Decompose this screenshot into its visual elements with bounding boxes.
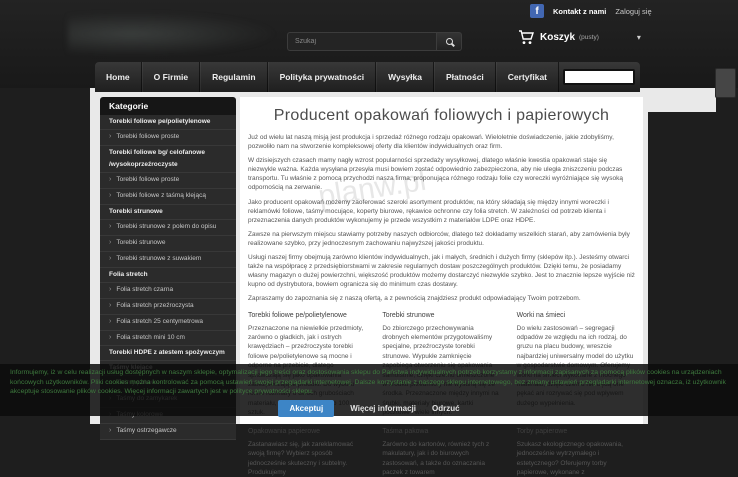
nav-item-regulamin[interactable]: Regulamin xyxy=(200,62,267,92)
sidebar-header[interactable]: Torebki foliowe bg/ celofanowe /wysokopr… xyxy=(100,146,236,173)
sidebar-header[interactable]: Torebki foliowe pe/polietylenowe xyxy=(100,115,236,130)
search-input[interactable] xyxy=(287,32,437,51)
chevron-right-icon: › xyxy=(109,318,111,325)
facebook-icon[interactable]: f xyxy=(530,4,544,18)
nav-blank-box xyxy=(563,69,635,85)
sidebar-item[interactable]: › Folia stretch 25 centymetrowa xyxy=(100,315,236,331)
cookie-more-info-link[interactable]: Więcej informacji xyxy=(350,404,416,413)
nav-item-home[interactable]: Home xyxy=(95,62,142,92)
nav-item-o-firmie[interactable]: O Firmie xyxy=(142,62,200,92)
search-box xyxy=(287,32,462,51)
intro-paragraph: Jako producent opakowań możemy zaoferowa… xyxy=(248,198,635,225)
cookie-accept-button[interactable]: Akceptuj xyxy=(278,400,334,417)
sidebar-item-label: Torebki strunowe xyxy=(116,239,165,246)
section-heading: Torebki strunowe xyxy=(382,312,500,319)
sidebar-item-label: Folia stretch mini 10 cm xyxy=(116,334,185,341)
sidebar-item-label: Folia stretch przeźroczysta xyxy=(116,302,193,309)
chevron-right-icon: › xyxy=(109,133,111,140)
nav-item-certyfikat[interactable]: Certyfikat xyxy=(496,62,559,92)
sidebar-item-label: Torebki strunowe z polem do opisu xyxy=(116,223,216,230)
intro-paragraph: Zawsze na pierwszym miejscu stawiamy pot… xyxy=(248,230,635,248)
sidebar-item[interactable]: › Taśmy ostrzegawcze xyxy=(100,424,236,440)
chevron-right-icon: › xyxy=(109,176,111,183)
sidebar-item-label: Folia stretch czarna xyxy=(116,286,173,293)
search-icon xyxy=(446,38,453,45)
sidebar-header[interactable]: Folia stretch xyxy=(100,268,236,283)
section-opakowania-papierowe: Opakowania papierowe Zastanawiasz się, j… xyxy=(248,428,366,477)
chevron-right-icon: › xyxy=(109,286,111,293)
section-text: Zastanawiasz się, jak zareklamować swoją… xyxy=(248,440,366,477)
section-heading: Torebki foliowe pe/polietylenowe xyxy=(248,312,366,319)
side-edge-widget[interactable] xyxy=(715,68,736,98)
section-tasma-pakowa: Taśma pakowa Zarówno do kartonów, równie… xyxy=(382,428,500,477)
chevron-right-icon: › xyxy=(109,302,111,309)
sidebar-item[interactable]: › Torebki foliowe proste xyxy=(100,173,236,189)
sidebar-item[interactable]: › Torebki strunowe xyxy=(100,236,236,252)
sidebar-header[interactable]: Torebki strunowe xyxy=(100,205,236,220)
section-text: Zarówno do kartonów, również tych z maku… xyxy=(382,440,500,477)
chevron-right-icon: › xyxy=(109,334,111,341)
sidebar-item-label: Torebki foliowe proste xyxy=(116,133,179,140)
contact-link[interactable]: Kontakt z nami xyxy=(553,7,606,16)
nav-item-polityka-prywatnosci[interactable]: Polityka prywatności xyxy=(268,62,377,92)
login-link[interactable]: Zaloguj się xyxy=(615,7,651,16)
cart-label: Koszyk xyxy=(540,32,575,43)
cart-widget[interactable]: Koszyk (pusty) ▾ xyxy=(518,30,641,45)
sidebar-item[interactable]: › Folia stretch czarna xyxy=(100,283,236,299)
section-torby-papierowe: Torby papierowe Szukasz ekologicznego op… xyxy=(517,428,635,477)
search-button[interactable] xyxy=(437,32,462,51)
chevron-down-icon[interactable]: ▾ xyxy=(637,33,641,42)
cookie-message: Informujemy, iż w celu realizacji usług … xyxy=(10,368,728,397)
sidebar-title: Kategorie xyxy=(100,97,236,115)
section-text: Szukasz ekologicznego opakowania, jednoc… xyxy=(517,440,635,477)
topbar-links: f Kontakt z nami Zaloguj się xyxy=(530,4,652,18)
page-title: Producent opakowań foliowych i papierowy… xyxy=(248,107,635,125)
section-heading: Worki na śmieci xyxy=(517,312,635,319)
main-nav: Home O Firmie Regulamin Polityka prywatn… xyxy=(95,62,640,92)
intro-paragraph: Zapraszamy do zapoznania się z naszą ofe… xyxy=(248,294,635,303)
shop-logo[interactable] xyxy=(68,12,278,56)
page-wrapper-strip xyxy=(648,88,716,112)
sidebar-item[interactable]: › Folia stretch przeźroczysta xyxy=(100,299,236,315)
section-heading: Opakowania papierowe xyxy=(248,428,366,435)
sidebar-item[interactable]: › Torebki foliowe proste xyxy=(100,130,236,146)
sidebar-item[interactable]: › Torebki strunowe z polem do opisu xyxy=(100,220,236,236)
sidebar-item-label: Folia stretch 25 centymetrowa xyxy=(116,318,203,325)
sidebar-item[interactable]: › Torebki strunowe z suwakiem xyxy=(100,252,236,268)
chevron-right-icon: › xyxy=(109,255,111,262)
nav-item-wysylka[interactable]: Wysyłka xyxy=(376,62,434,92)
cookie-reject-link[interactable]: Odrzuć xyxy=(432,404,460,413)
cookie-actions: Akceptuj Więcej informacji Odrzuć xyxy=(10,400,728,417)
cart-icon xyxy=(518,30,534,45)
intro-paragraph: Już od wielu lat naszą misją jest produk… xyxy=(248,133,635,151)
chevron-right-icon: › xyxy=(109,239,111,246)
cookie-consent-bar: Informujemy, iż w celu realizacji usług … xyxy=(0,364,738,416)
sidebar-item[interactable]: › Folia stretch mini 10 cm xyxy=(100,331,236,347)
sidebar-item-label: Torebki foliowe z taśmą klejącą xyxy=(116,192,206,199)
sidebar-item[interactable]: › Torebki foliowe z taśmą klejącą xyxy=(100,189,236,205)
intro-paragraph: Usługi naszej firmy obejmują zarówno kli… xyxy=(248,253,635,289)
sidebar-item-label: Torebki foliowe proste xyxy=(116,176,179,183)
chevron-right-icon: › xyxy=(109,192,111,199)
section-heading: Taśma pakowa xyxy=(382,428,500,435)
intro-paragraph: W dzisiejszych czasach mamy nagły wzrost… xyxy=(248,156,635,192)
sidebar-header[interactable]: Torebki HDPE z atestem spożywczym xyxy=(100,346,236,361)
sidebar-item-label: Torebki strunowe z suwakiem xyxy=(116,255,201,262)
sidebar-item-label: Taśmy ostrzegawcze xyxy=(116,427,176,434)
chevron-right-icon: › xyxy=(109,427,111,434)
section-heading: Torby papierowe xyxy=(517,428,635,435)
nav-item-platnosci[interactable]: Płatności xyxy=(434,62,496,92)
cart-status: (pusty) xyxy=(579,34,599,41)
chevron-right-icon: › xyxy=(109,223,111,230)
